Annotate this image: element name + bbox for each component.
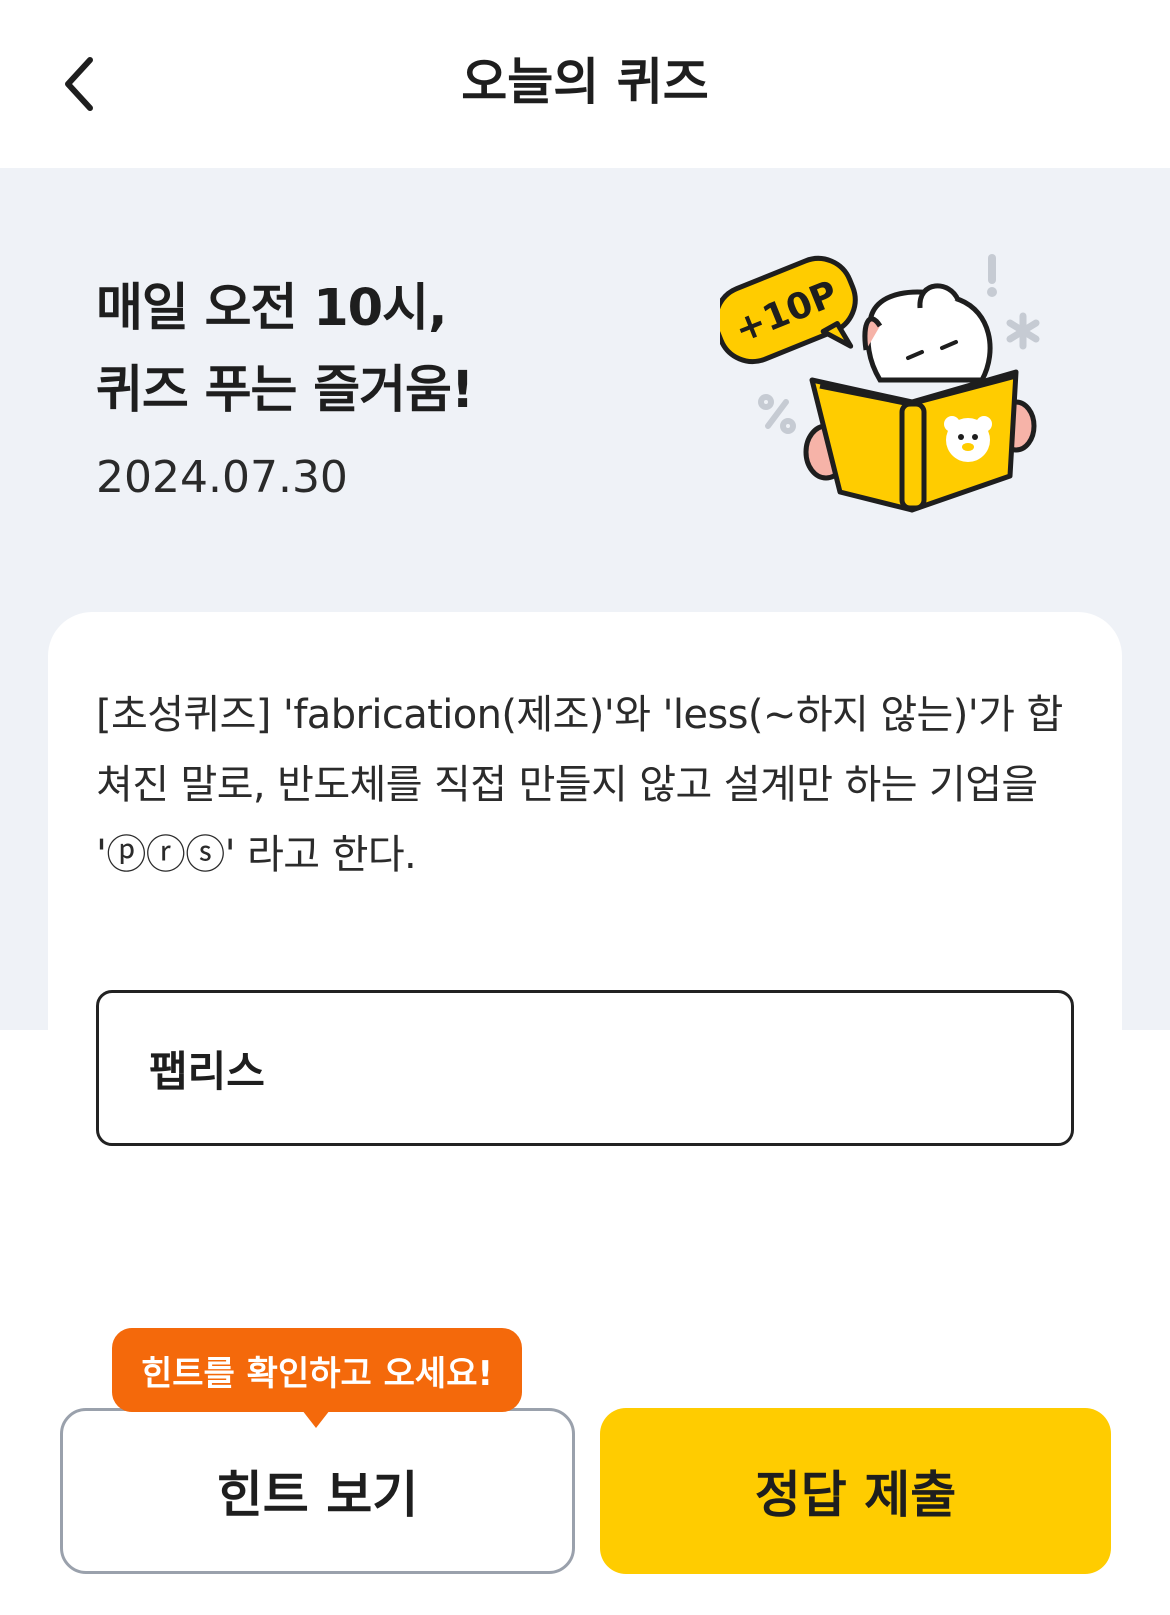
app-header: 오늘의 퀴즈	[0, 0, 1170, 168]
answer-input[interactable]	[96, 990, 1074, 1146]
hint-tooltip-tail	[302, 1410, 330, 1428]
hint-tooltip: 힌트를 확인하고 오세요!	[112, 1328, 522, 1412]
rabbit-reading-illustration: +10P	[720, 254, 1040, 513]
page-title: 오늘의 퀴즈	[461, 53, 709, 111]
hero-title-line1: 매일 오전 10시,	[96, 279, 447, 338]
quiz-question: [초성퀴즈] 'fabrication(제조)'와 'less(~하지 않는)'…	[96, 692, 1063, 878]
submit-answer-button[interactable]: 정답 제출	[600, 1408, 1111, 1574]
hint-button[interactable]: 힌트 보기	[60, 1408, 575, 1574]
hero-title: 매일 오전 10시, 퀴즈 푸는 즐거움!	[96, 268, 716, 432]
hero-title-line2: 퀴즈 푸는 즐거움!	[96, 361, 474, 420]
quiz-date: 2024.07.30	[96, 452, 348, 503]
